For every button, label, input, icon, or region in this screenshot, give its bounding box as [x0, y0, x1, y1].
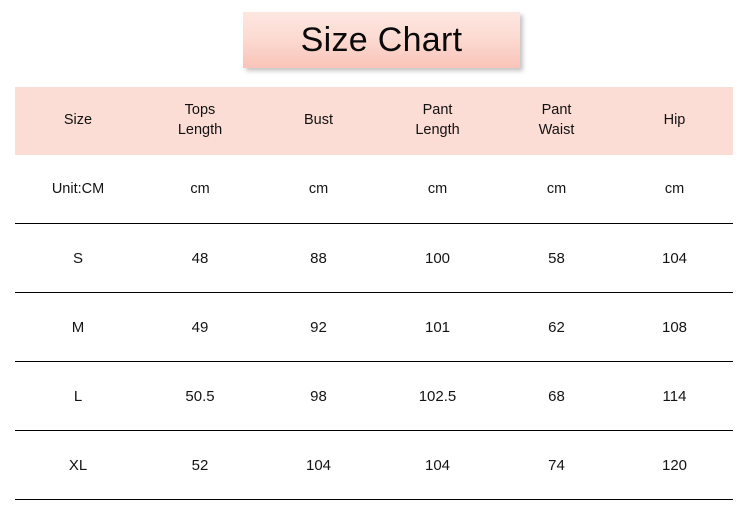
- column-header-line: Size: [63, 112, 93, 129]
- column-header-line: Length: [177, 122, 223, 138]
- column-header-pant-length: Pant Length: [378, 87, 497, 155]
- table-cell: cm: [259, 155, 378, 224]
- table-cell: 104: [378, 430, 497, 500]
- row-label: S: [15, 223, 141, 293]
- column-header-line: Tops: [184, 102, 216, 119]
- column-header-line: Length: [415, 122, 460, 138]
- table-cell: cm: [141, 155, 259, 224]
- table-row: L 50.5 98 102.5 68 114: [15, 361, 733, 431]
- table-cell: 88: [259, 223, 378, 293]
- column-header-size: Size: [15, 87, 141, 155]
- table-row: M 49 92 101 62 108: [15, 292, 733, 362]
- column-header-line: Waist: [538, 122, 575, 138]
- size-chart-table: Size Tops Length Bust Pant Length Pant W…: [15, 87, 733, 500]
- table-cell: 52: [141, 430, 259, 500]
- column-header-bust: Bust: [259, 87, 378, 155]
- table-cell: 104: [616, 223, 733, 293]
- table-cell: 102.5: [378, 361, 497, 431]
- column-header-line: Bust: [303, 112, 333, 129]
- table-cell: cm: [497, 155, 616, 224]
- table-cell: cm: [378, 155, 497, 224]
- table-body: Unit:CM cm cm cm cm cm S 48 88 100 58 10…: [15, 155, 733, 500]
- page-title: Size Chart: [300, 21, 463, 59]
- table-header: Size Tops Length Bust Pant Length Pant W…: [15, 87, 733, 155]
- table-cell: 120: [616, 430, 733, 500]
- column-header-hip: Hip: [616, 87, 733, 155]
- table-cell: 101: [378, 292, 497, 362]
- table-cell: 108: [616, 292, 733, 362]
- table-cell: cm: [616, 155, 733, 224]
- table-row: XL 52 104 104 74 120: [15, 430, 733, 500]
- column-header-pant-waist: Pant Waist: [497, 87, 616, 155]
- table-cell: 100: [378, 223, 497, 293]
- table-cell: 58: [497, 223, 616, 293]
- table-cell: 49: [141, 292, 259, 362]
- column-header-line: Pant: [422, 102, 453, 119]
- table-row: Unit:CM cm cm cm cm cm: [15, 155, 733, 224]
- table-cell: 114: [616, 361, 733, 431]
- column-header-tops-length: Tops Length: [141, 87, 259, 155]
- table-cell: 104: [259, 430, 378, 500]
- table-cell: 62: [497, 292, 616, 362]
- column-header-line: Hip: [663, 112, 686, 129]
- table-cell: 98: [259, 361, 378, 431]
- table-header-row: Size Tops Length Bust Pant Length Pant W…: [15, 87, 733, 155]
- row-label: Unit:CM: [15, 155, 141, 224]
- row-label: L: [15, 361, 141, 431]
- table-cell: 50.5: [141, 361, 259, 431]
- table-cell: 48: [141, 223, 259, 293]
- table-cell: 68: [497, 361, 616, 431]
- row-label: M: [15, 292, 141, 362]
- column-header-line: Pant: [541, 102, 572, 119]
- row-label: XL: [15, 430, 141, 500]
- table-cell: 92: [259, 292, 378, 362]
- table-cell: 74: [497, 430, 616, 500]
- table-row: S 48 88 100 58 104: [15, 223, 733, 293]
- size-chart-title-banner: Size Chart: [243, 12, 520, 68]
